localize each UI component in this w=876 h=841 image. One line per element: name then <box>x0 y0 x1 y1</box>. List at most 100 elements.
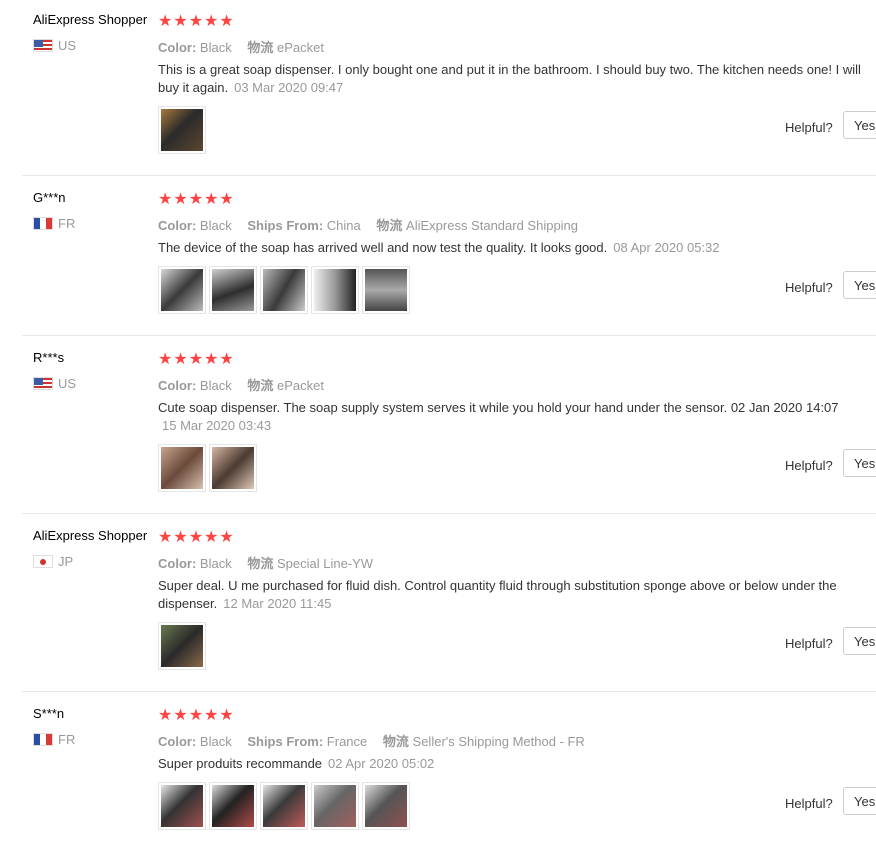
reviewer-country: JP <box>33 554 73 569</box>
review-photo[interactable] <box>158 782 206 830</box>
us-flag-icon <box>33 39 53 52</box>
reviewer-name: AliExpress Shopper <box>33 528 148 543</box>
reviewer-name: S***n <box>33 706 65 721</box>
color-label: Color: <box>158 218 197 233</box>
country-code: JP <box>58 554 74 569</box>
us-flag-icon <box>33 377 53 390</box>
review-photo[interactable] <box>158 622 206 670</box>
review-body: The device of the soap has arrived well … <box>158 240 608 255</box>
reviewer-country: FR <box>33 732 75 747</box>
logistics-label: 物流 <box>382 734 409 749</box>
color-value: Black <box>199 734 232 749</box>
color-value: Black <box>199 556 232 571</box>
helpful-yes-button[interactable]: Yes <box>843 271 876 299</box>
star-rating: ★★★★★ <box>158 351 235 368</box>
logistics-value: Seller's Shipping Method - FR <box>412 734 585 749</box>
sku-info: Color: Black 物流 Special Line-YW <box>158 553 385 572</box>
review-date: 12 Mar 2020 11:45 <box>223 596 332 611</box>
review-photo[interactable] <box>209 782 257 830</box>
review-photo[interactable] <box>362 266 410 314</box>
review-text: Super deal. U me purchased for fluid dis… <box>158 577 876 613</box>
helpful-yes-button[interactable]: Yes <box>843 627 876 655</box>
fr-flag-icon <box>33 217 53 230</box>
logistics-label: 物流 <box>376 218 403 233</box>
ships-from-label: Ships From: <box>247 734 324 749</box>
ships-from-label: Ships From: <box>247 218 324 233</box>
review-text: This is a great soap dispenser. I only b… <box>158 61 876 97</box>
color-label: Color: <box>158 378 197 393</box>
country-code: FR <box>58 216 76 231</box>
logistics-label: 物流 <box>247 556 274 571</box>
helpful-label: Helpful? <box>785 796 833 811</box>
review-photos <box>158 106 209 154</box>
helpful-label: Helpful? <box>785 120 833 135</box>
review-date: 15 Mar 2020 03:43 <box>162 418 272 433</box>
review-photos <box>158 444 260 492</box>
helpful-yes-button[interactable]: Yes <box>843 449 876 477</box>
review-photos <box>158 782 413 830</box>
logistics-label: 物流 <box>247 40 274 55</box>
sku-info: Color: Black Ships From: France 物流 Selle… <box>158 731 597 750</box>
review-date: 08 Apr 2020 05:32 <box>613 240 720 255</box>
color-value: Black <box>199 218 232 233</box>
logistics-value: AliExpress Standard Shipping <box>406 218 579 233</box>
divider <box>22 335 876 336</box>
ships-from-value: China <box>326 218 361 233</box>
divider <box>22 175 876 176</box>
color-label: Color: <box>158 734 197 749</box>
star-rating: ★★★★★ <box>158 13 235 30</box>
review-photos <box>158 266 413 314</box>
logistics-value: ePacket <box>276 40 324 55</box>
country-code: US <box>58 38 77 53</box>
logistics-value: Special Line-YW <box>276 556 374 571</box>
logistics-value: ePacket <box>276 378 324 393</box>
review-date: 03 Mar 2020 09:47 <box>234 80 344 95</box>
review-photo[interactable] <box>311 782 359 830</box>
review-body: Super produits recommande <box>158 756 323 771</box>
review-photo[interactable] <box>260 266 308 314</box>
country-code: US <box>58 376 77 391</box>
star-rating: ★★★★★ <box>158 529 235 546</box>
star-rating: ★★★★★ <box>158 707 235 724</box>
reviewer-country: US <box>33 38 76 53</box>
country-code: FR <box>58 732 76 747</box>
divider <box>22 513 876 514</box>
helpful-label: Helpful? <box>785 280 833 295</box>
star-rating: ★★★★★ <box>158 191 235 208</box>
color-label: Color: <box>158 40 197 55</box>
review-photos <box>158 622 209 670</box>
helpful-label: Helpful? <box>785 458 833 473</box>
review-photo[interactable] <box>362 782 410 830</box>
reviewer-country: FR <box>33 216 75 231</box>
review-photo[interactable] <box>260 782 308 830</box>
review-photo[interactable] <box>209 444 257 492</box>
review-photo[interactable] <box>158 444 206 492</box>
sku-info: Color: Black 物流 ePacket <box>158 375 336 394</box>
review-photo[interactable] <box>158 266 206 314</box>
sku-info: Color: Black Ships From: China 物流 AliExp… <box>158 215 590 234</box>
review-photo[interactable] <box>209 266 257 314</box>
color-value: Black <box>199 378 232 393</box>
reviewer-name: R***s <box>33 350 65 365</box>
helpful-yes-button[interactable]: Yes <box>843 787 876 815</box>
fr-flag-icon <box>33 733 53 746</box>
review-photo[interactable] <box>311 266 359 314</box>
sku-info: Color: Black 物流 ePacket <box>158 37 336 56</box>
color-label: Color: <box>158 556 197 571</box>
reviewer-country: US <box>33 376 76 391</box>
review-text: Super produits recommande 02 Apr 2020 05:… <box>158 755 876 773</box>
review-date: 02 Apr 2020 05:02 <box>328 756 435 771</box>
review-photo[interactable] <box>158 106 206 154</box>
review-text: The device of the soap has arrived well … <box>158 239 876 257</box>
logistics-label: 物流 <box>247 378 274 393</box>
reviewer-name: AliExpress Shopper <box>33 12 148 27</box>
divider <box>22 691 876 692</box>
review-body: Cute soap dispenser. The soap supply sys… <box>158 400 839 415</box>
helpful-yes-button[interactable]: Yes <box>843 111 876 139</box>
color-value: Black <box>199 40 232 55</box>
helpful-label: Helpful? <box>785 636 833 651</box>
review-text: Cute soap dispenser. The soap supply sys… <box>158 399 876 435</box>
reviewer-name: G***n <box>33 190 66 205</box>
jp-flag-icon <box>33 555 53 568</box>
ships-from-value: France <box>326 734 368 749</box>
